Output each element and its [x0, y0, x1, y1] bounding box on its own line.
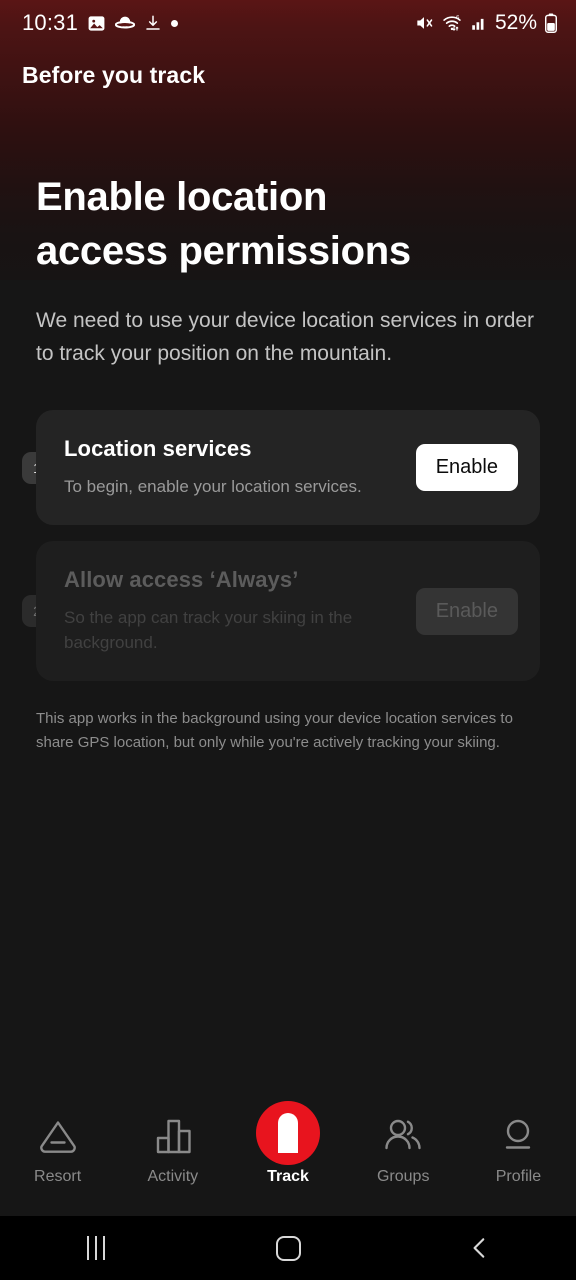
people-icon: [381, 1110, 425, 1162]
permission-step-1: 1 Location services To begin, enable you…: [0, 410, 576, 525]
tab-profile[interactable]: Profile: [461, 1098, 576, 1186]
mountain-icon: [35, 1110, 81, 1162]
app-bar: Before you track: [0, 46, 576, 104]
hero-title-line-1: Enable location: [36, 175, 328, 219]
download-icon: [144, 14, 162, 32]
hero-title: Enable location access permissions: [36, 170, 456, 278]
status-bar-left: 10:31: [22, 10, 179, 36]
android-navigation-bar: [0, 1216, 576, 1280]
tab-label-groups: Groups: [376, 1168, 430, 1185]
dot-icon: [171, 19, 179, 27]
card-title: Allow access ‘Always’: [64, 567, 299, 592]
card-subtitle: To begin, enable your location services.: [64, 477, 362, 496]
battery-percent-label: 52%: [494, 11, 537, 34]
permission-step-2: 2 Allow access ‘Always’ So the app can t…: [0, 541, 576, 681]
tab-track[interactable]: Track: [230, 1098, 345, 1186]
wifi-6-icon: 6: [441, 13, 463, 33]
hero-section: Enable location access permissions We ne…: [0, 104, 576, 370]
card-text-block: Location services To begin, enable your …: [64, 436, 404, 499]
card-subtitle: So the app can track your skiing in the …: [64, 608, 353, 652]
phone-screen: 10:31 6 52% Before you track Enable loca…: [0, 0, 576, 1280]
tab-label-profile: Profile: [495, 1168, 542, 1185]
battery-icon: [544, 13, 558, 33]
tab-groups[interactable]: Groups: [346, 1098, 461, 1186]
tab-activity[interactable]: Activity: [115, 1098, 230, 1186]
tab-label-track: Track: [267, 1168, 309, 1185]
track-icon: [256, 1101, 320, 1165]
track-icon-wrap: [256, 1101, 320, 1165]
bottom-tab-bar: Resort Activity Track Groups Profile: [0, 1098, 576, 1216]
photo-icon: [87, 14, 106, 33]
tab-resort[interactable]: Resort: [0, 1098, 115, 1186]
card-title: Location services: [64, 436, 252, 461]
enable-always-access-button: Enable: [415, 587, 518, 635]
mute-icon: [414, 13, 434, 33]
allow-always-card: Allow access ‘Always’ So the app can tra…: [36, 541, 540, 681]
enable-location-services-button[interactable]: Enable: [415, 444, 518, 491]
screen-content: 10:31 6 52% Before you track Enable loca…: [0, 0, 576, 755]
recents-button[interactable]: [0, 1236, 192, 1260]
tab-label-activity: Activity: [147, 1168, 199, 1185]
back-icon: [473, 1238, 485, 1258]
recents-icon: [87, 1236, 105, 1260]
background-usage-disclaimer: This app works in the background using y…: [36, 710, 513, 751]
card-text-block: Allow access ‘Always’ So the app can tra…: [64, 567, 404, 655]
bar-chart-icon: [152, 1110, 194, 1162]
hero-title-line-2: access permissions: [36, 229, 411, 273]
back-button[interactable]: [384, 1235, 576, 1261]
location-services-card[interactable]: Location services To begin, enable your …: [36, 410, 540, 525]
permission-steps-list: 1 Location services To begin, enable you…: [0, 410, 576, 681]
status-bar-right: 6 52%: [414, 11, 558, 35]
page-title: Before you track: [22, 61, 206, 88]
home-icon: [275, 1235, 301, 1261]
cellular-signal-icon: [470, 14, 488, 32]
home-button[interactable]: [192, 1235, 384, 1261]
saturn-app-icon: [115, 13, 136, 33]
person-icon: [497, 1110, 539, 1162]
svg-text:6: 6: [456, 15, 459, 21]
status-bar-clock: 10:31: [22, 10, 79, 35]
hero-subtitle: We need to use your device location serv…: [36, 309, 535, 365]
tab-label-resort: Resort: [34, 1168, 82, 1185]
status-bar: 10:31 6 52%: [0, 0, 576, 46]
